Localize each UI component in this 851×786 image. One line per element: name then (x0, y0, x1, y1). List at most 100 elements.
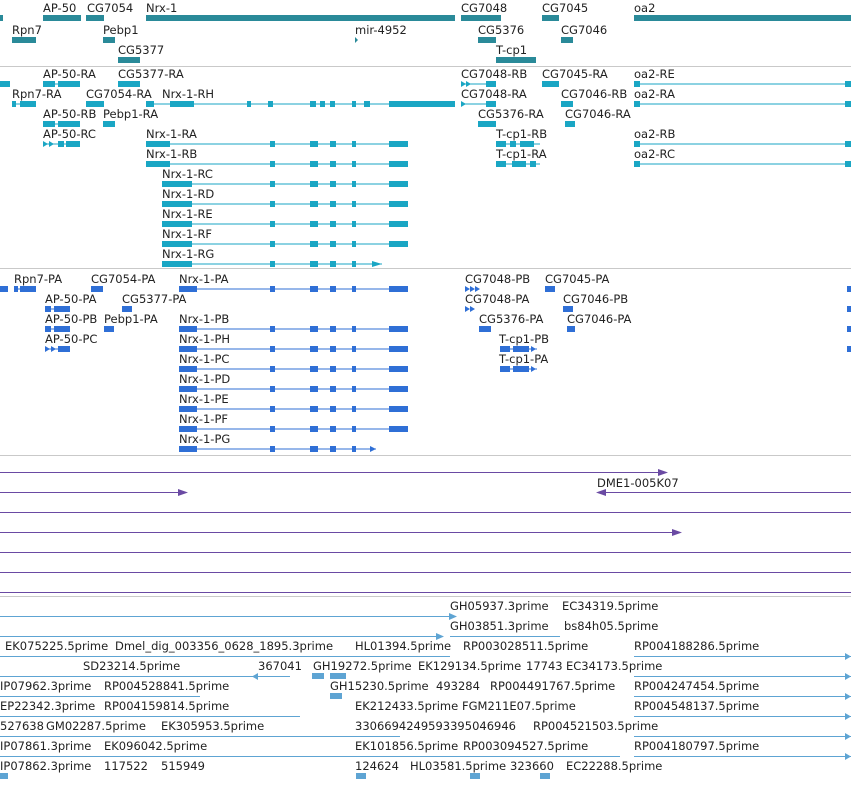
est-alignment[interactable] (634, 753, 851, 760)
transcript-model[interactable] (542, 81, 559, 87)
protein-model[interactable] (500, 366, 537, 372)
gene-label[interactable]: mir-4952 (355, 23, 407, 37)
protein-label[interactable]: Nrx-1-PH (179, 332, 230, 346)
clone-alignment[interactable] (596, 489, 851, 496)
protein-label[interactable]: CG5376-PA (479, 312, 544, 326)
transcript-model[interactable] (162, 261, 382, 267)
protein-label[interactable]: CG7046-PA (567, 312, 632, 326)
transcript-label[interactable]: T-cp1-RA (495, 147, 547, 161)
transcript-label[interactable]: AP-50-RB (43, 107, 96, 121)
est-label[interactable]: RP004528841.5prime (104, 679, 229, 693)
gene-bar-cg5377[interactable] (118, 57, 140, 63)
transcript-label[interactable]: Nrx-1-RH (162, 87, 214, 101)
est-label[interactable]: 527638 (0, 719, 44, 733)
gene-bar-cg5376[interactable] (478, 37, 496, 43)
protein-label[interactable]: Nrx-1-PG (179, 432, 230, 446)
protein-model[interactable] (847, 346, 851, 352)
protein-label[interactable]: AP-50-PB (45, 312, 97, 326)
protein-model[interactable] (567, 326, 575, 332)
transcript-label[interactable]: AP-50-RC (43, 127, 96, 141)
est-label[interactable]: SD23214.5prime (83, 659, 180, 673)
transcript-label[interactable]: Nrx-1-RE (162, 207, 213, 221)
transcript-label[interactable]: AP-50-RA (43, 67, 96, 81)
gene-label[interactable]: CG5376 (478, 23, 524, 37)
est-label[interactable]: RP003028511.5prime (463, 639, 588, 653)
est-alignment[interactable] (0, 613, 457, 620)
est-label[interactable]: GM02287.5prime (46, 719, 146, 733)
clone-alignment[interactable] (0, 469, 668, 476)
gene-bar-oa2[interactable] (634, 15, 851, 21)
est-label[interactable]: IP07862.3prime (0, 759, 91, 773)
protein-label[interactable]: Nrx-1-PD (179, 372, 230, 386)
gene-label[interactable]: CG7046 (561, 23, 607, 37)
est-label[interactable]: 17743 (526, 659, 563, 673)
protein-label[interactable]: AP-50-PA (45, 292, 97, 306)
gene-bar-cg7045[interactable] (542, 15, 559, 21)
gene-label[interactable]: T-cp1 (495, 43, 527, 57)
gene-bar-ap-50[interactable] (43, 15, 81, 21)
est-label[interactable]: RP004548137.5prime (634, 699, 759, 713)
transcript-label[interactable]: CG7046-RB (561, 87, 627, 101)
est-label[interactable]: bs84h05.5prime (564, 619, 658, 633)
transcript-label[interactable]: CG7048-RA (461, 87, 527, 101)
gene-label[interactable]: AP-50 (43, 1, 76, 15)
transcript-model[interactable] (43, 141, 80, 147)
clone-alignment[interactable] (0, 529, 682, 536)
transcript-model[interactable] (103, 121, 115, 127)
protein-label[interactable]: Pebp1-PA (104, 312, 158, 326)
protein-model[interactable] (179, 446, 376, 452)
est-label[interactable]: EK305953.5prime (161, 719, 264, 733)
est-label[interactable]: 323660 (510, 759, 554, 773)
transcript-label[interactable]: T-cp1-RB (495, 127, 547, 141)
protein-label[interactable]: CG7048-PB (465, 272, 530, 286)
transcript-label[interactable]: CG7045-RA (542, 67, 608, 81)
transcript-label[interactable]: Nrx-1-RF (162, 227, 212, 241)
protein-model[interactable] (479, 326, 491, 332)
est-label[interactable]: EK129134.5prime (418, 659, 521, 673)
clone-alignment[interactable] (0, 489, 188, 496)
gene-label[interactable]: oa2 (634, 1, 655, 15)
est-label[interactable]: RP004159814.5prime (104, 699, 229, 713)
protein-model[interactable] (179, 286, 408, 292)
protein-label[interactable]: Nrx-1-PC (179, 352, 229, 366)
transcript-label[interactable]: Nrx-1-RD (162, 187, 214, 201)
gene-label[interactable]: CG5377 (118, 43, 164, 57)
transcript-label[interactable]: Nrx-1-RA (146, 127, 197, 141)
est-label[interactable]: GH19272.5prime (313, 659, 412, 673)
est-label[interactable]: EC22288.5prime (566, 759, 662, 773)
est-label[interactable]: HL03581.5prime (410, 759, 506, 773)
est-label[interactable]: FGM211E07.5prime (462, 699, 576, 713)
transcript-label[interactable]: oa2-RE (634, 67, 675, 81)
est-label[interactable]: RP004521503.5prime (533, 719, 658, 733)
gene-label[interactable]: CG7048 (461, 1, 507, 15)
transcript-model[interactable] (146, 101, 455, 107)
transcript-model[interactable] (634, 161, 851, 167)
est-label[interactable]: EP22342.3prime (0, 699, 95, 713)
est-label[interactable]: RP004491767.5prime (490, 679, 615, 693)
protein-label[interactable]: Nrx-1-PB (179, 312, 229, 326)
protein-model[interactable] (45, 346, 70, 352)
clone-label[interactable]: DME1-005K07 (597, 476, 679, 490)
protein-label[interactable]: CG7048-PA (465, 292, 530, 306)
protein-label[interactable]: AP-50-PC (45, 332, 97, 346)
protein-label[interactable]: Nrx-1-PF (179, 412, 228, 426)
gene-bar-rpn7[interactable] (12, 37, 36, 43)
est-label[interactable]: 124624 (355, 759, 399, 773)
protein-model[interactable] (104, 326, 114, 332)
est-label[interactable]: RP004247454.5prime (634, 679, 759, 693)
protein-model[interactable] (0, 286, 8, 292)
gene-bar-cg7046[interactable] (561, 37, 573, 43)
est-label[interactable]: RP004180797.5prime (634, 739, 759, 753)
protein-model[interactable] (847, 306, 851, 312)
gene-bar-offleft[interactable] (0, 15, 3, 21)
protein-label[interactable]: T-cp1-PB (498, 332, 549, 346)
est-label[interactable]: 367041 (258, 659, 302, 673)
transcript-model[interactable] (0, 81, 10, 87)
gene-bar-cg7048[interactable] (461, 15, 501, 21)
transcript-label[interactable]: Pebp1-RA (103, 107, 158, 121)
gene-label[interactable]: Rpn7 (12, 23, 42, 37)
protein-label[interactable]: Rpn7-PA (14, 272, 62, 286)
est-alignment[interactable] (0, 773, 550, 779)
transcript-label[interactable]: Nrx-1-RG (162, 247, 214, 261)
transcript-label[interactable]: CG7054-RA (86, 87, 152, 101)
